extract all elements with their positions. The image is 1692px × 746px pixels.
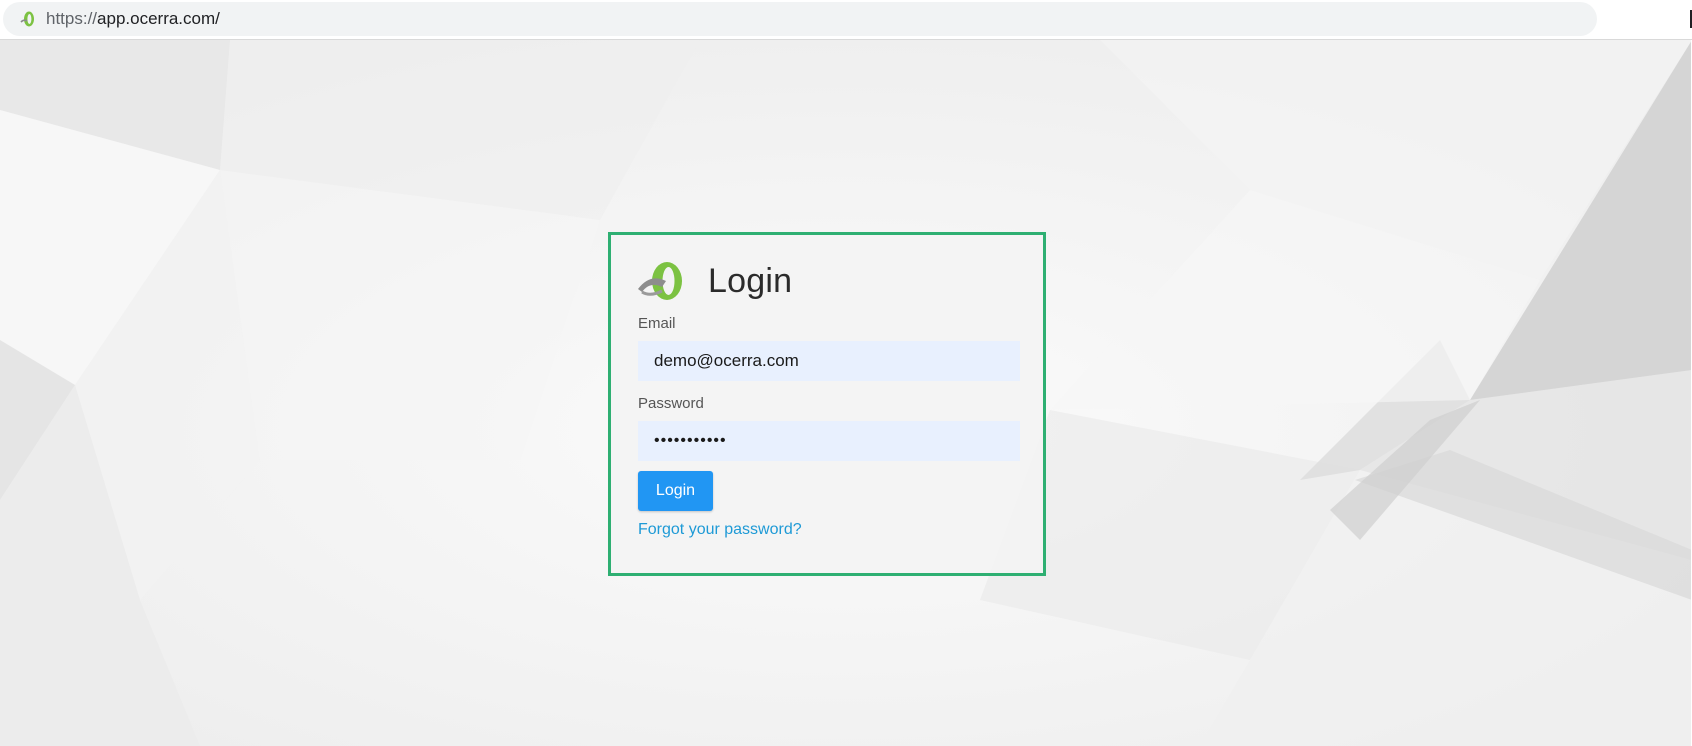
url-scheme: https://: [46, 9, 98, 28]
ocerra-logo-icon: [636, 261, 688, 301]
browser-toolbar: https://app.ocerra.com/: [0, 0, 1692, 40]
page-viewport: Login Email demo@ocerra.com Password •••…: [0, 40, 1692, 746]
url-domain: app.ocerra.com/: [97, 9, 220, 28]
login-card: Login Email demo@ocerra.com Password •••…: [608, 232, 1046, 576]
email-field[interactable]: demo@ocerra.com: [638, 341, 1020, 381]
login-title: Login: [708, 261, 793, 300]
url-text: https://app.ocerra.com/: [46, 9, 220, 29]
password-field[interactable]: •••••••••••: [638, 421, 1020, 461]
ocerra-favicon-icon: [19, 10, 37, 28]
login-button[interactable]: Login: [638, 471, 713, 511]
email-label: Email: [638, 315, 676, 332]
login-header: Login: [636, 261, 792, 301]
password-label: Password: [638, 395, 704, 412]
forgot-password-link[interactable]: Forgot your password?: [638, 521, 802, 539]
address-bar[interactable]: https://app.ocerra.com/: [3, 2, 1597, 36]
